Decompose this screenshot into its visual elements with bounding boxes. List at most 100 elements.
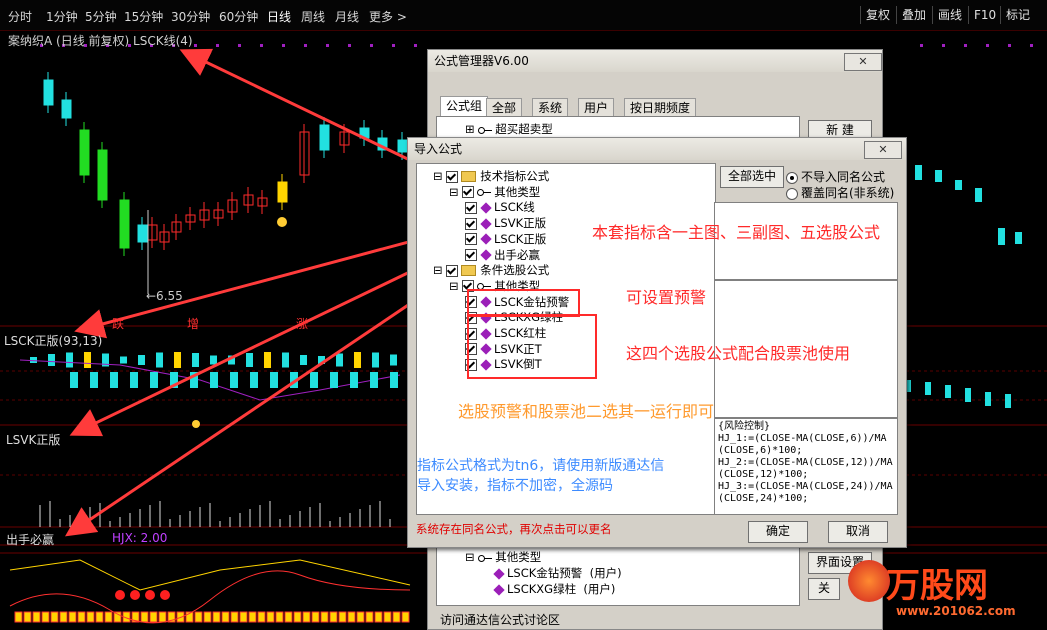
code-preview-pane: {风险控制} HJ_1:=(CLOSE-MA(CLOSE,6))/MA (CLO… bbox=[714, 418, 898, 515]
lsck-bar bbox=[1005, 394, 1011, 408]
signal-box bbox=[158, 611, 167, 623]
tab-user[interactable]: 用户 bbox=[578, 98, 615, 117]
period-tab-more[interactable]: 更多 > bbox=[369, 8, 407, 25]
checkbox-checked[interactable] bbox=[465, 233, 477, 246]
import-tree-item[interactable]: LSCK线 bbox=[465, 199, 535, 215]
period-toolbar: 分时 1分钟 5分钟 15分钟 30分钟 60分钟 日线 周线 月线 更多 > … bbox=[0, 0, 1047, 31]
panel-label-chushou: 出手必赢 bbox=[6, 533, 55, 547]
fuquan-button[interactable]: 复权 bbox=[860, 6, 895, 24]
radio-label: 不导入同名公式 bbox=[801, 170, 886, 184]
ok-button[interactable]: 确定 bbox=[748, 521, 808, 543]
cancel-button[interactable]: 取消 bbox=[828, 521, 888, 543]
signal-bell-icon bbox=[277, 217, 287, 227]
signal-box bbox=[23, 611, 32, 623]
period-tab-15min[interactable]: 15分钟 bbox=[124, 8, 163, 25]
checkbox-checked[interactable] bbox=[446, 170, 459, 183]
tree-item-label: 技术指标公式 bbox=[480, 169, 550, 183]
hjx-value: HJX: 2.00 bbox=[112, 531, 168, 545]
tab-by-date[interactable]: 按日期频度 bbox=[624, 98, 697, 117]
period-tab-fenshi[interactable]: 分时 bbox=[8, 8, 32, 25]
import-tree-item[interactable]: LSVK正版 bbox=[465, 215, 546, 231]
import-tree-item[interactable]: ⊟ 条件选股公式 bbox=[433, 262, 549, 278]
collapse-icon[interactable]: ⊟ bbox=[433, 169, 443, 183]
period-tab-60min[interactable]: 60分钟 bbox=[219, 8, 258, 25]
import-tree-item[interactable]: 出手必赢 bbox=[465, 247, 540, 263]
collapse-icon[interactable]: ⊟ bbox=[449, 185, 459, 199]
signal-word-3: 涨 bbox=[296, 317, 309, 331]
hjx-line-2 bbox=[9, 559, 411, 591]
import-tree-item[interactable]: ⊟ 其他类型 bbox=[449, 184, 540, 200]
checkbox-checked[interactable] bbox=[446, 264, 459, 277]
close-icon[interactable]: ✕ bbox=[844, 53, 882, 71]
period-tab-weekly[interactable]: 周线 bbox=[301, 8, 325, 25]
folder-icon bbox=[461, 265, 477, 277]
collapse-icon[interactable]: ⊟ bbox=[449, 279, 459, 293]
formula-manager-title: 公式管理器V6.00 bbox=[428, 50, 882, 72]
tab-all[interactable]: 全部 bbox=[486, 98, 523, 117]
signal-box bbox=[239, 611, 248, 623]
candle-body bbox=[137, 224, 148, 243]
draw-line-button[interactable]: 画线 bbox=[932, 6, 967, 24]
signal-box bbox=[14, 611, 23, 623]
marker-dot bbox=[920, 44, 923, 47]
period-tab-daily[interactable]: 日线 bbox=[267, 8, 291, 25]
period-tab-30min[interactable]: 30分钟 bbox=[171, 8, 210, 25]
signal-box bbox=[284, 611, 293, 623]
tree-item-xglvzhu[interactable]: LSCKXG绿柱 (用户) bbox=[493, 581, 615, 597]
close-button[interactable]: 关 bbox=[808, 578, 840, 600]
signal-box bbox=[356, 611, 365, 623]
forum-link[interactable]: 访问通达信公式讨论区 bbox=[440, 611, 560, 628]
lsvk-bar bbox=[70, 372, 78, 388]
tab-system[interactable]: 系统 bbox=[532, 98, 569, 117]
marker-dot bbox=[392, 44, 395, 47]
period-tab-1min[interactable]: 1分钟 bbox=[46, 8, 78, 25]
signal-box bbox=[293, 611, 302, 623]
mark-button[interactable]: 标记 bbox=[1000, 6, 1035, 24]
formula-gem-icon bbox=[493, 567, 505, 580]
radio-overwrite[interactable]: 覆盖同名(非系统) bbox=[786, 184, 894, 201]
key-icon bbox=[478, 126, 493, 134]
radio-off-icon bbox=[786, 187, 798, 200]
radio-no-import[interactable]: 不导入同名公式 bbox=[786, 168, 885, 185]
tree-item-jinzuan[interactable]: LSCK金钻预警 (用户) bbox=[493, 565, 622, 581]
signal-box bbox=[347, 611, 356, 623]
signal-box bbox=[95, 611, 104, 623]
signal-box bbox=[50, 611, 59, 623]
marker-dot bbox=[282, 44, 285, 47]
period-tab-5min[interactable]: 5分钟 bbox=[85, 8, 117, 25]
import-tree-item[interactable]: LSCK正版 bbox=[465, 231, 546, 247]
tree-item-label: 超买超卖型 bbox=[495, 122, 553, 136]
period-tab-monthly[interactable]: 月线 bbox=[335, 8, 359, 25]
f10-button[interactable]: F10 bbox=[968, 6, 1001, 24]
signal-box bbox=[203, 611, 212, 623]
tree-item-other[interactable]: ⊟ 其他类型 bbox=[465, 549, 541, 565]
marker-dot bbox=[370, 44, 373, 47]
tree-item-label: LSCK金钻预警 bbox=[507, 566, 583, 580]
signal-box bbox=[212, 611, 221, 623]
tab-formula-group[interactable]: 公式组 bbox=[440, 96, 489, 117]
select-all-button[interactable]: 全部选中 bbox=[720, 166, 784, 188]
tree-item-label: LSVK正版 bbox=[494, 216, 547, 231]
checkbox-checked[interactable] bbox=[465, 217, 477, 230]
formula-gem-icon bbox=[480, 217, 492, 230]
checkbox-checked[interactable] bbox=[465, 201, 477, 214]
formula-gem-icon bbox=[493, 583, 505, 596]
marker-dot bbox=[1030, 44, 1033, 47]
marker-dot bbox=[326, 44, 329, 47]
signal-word-1: 跌 bbox=[112, 317, 125, 331]
lsck-bar bbox=[945, 385, 951, 398]
lsvk-bar bbox=[110, 372, 118, 388]
collapse-icon[interactable]: ⊟ bbox=[433, 263, 443, 277]
close-icon[interactable]: ✕ bbox=[864, 141, 902, 159]
lsck-bar bbox=[925, 382, 931, 395]
overlay-button[interactable]: 叠加 bbox=[896, 6, 931, 24]
lsck-bar bbox=[48, 354, 55, 366]
tree-item-overbought[interactable]: ⊞ 超买超卖型 bbox=[465, 121, 553, 137]
candle-body bbox=[935, 170, 942, 182]
import-tree-item[interactable]: ⊟ 技术指标公式 bbox=[433, 168, 549, 184]
checkbox-checked[interactable] bbox=[462, 186, 475, 199]
checkbox-checked[interactable] bbox=[465, 249, 477, 261]
signal-box bbox=[374, 611, 383, 623]
signal-box bbox=[329, 611, 338, 623]
marker-dot bbox=[1008, 44, 1011, 47]
